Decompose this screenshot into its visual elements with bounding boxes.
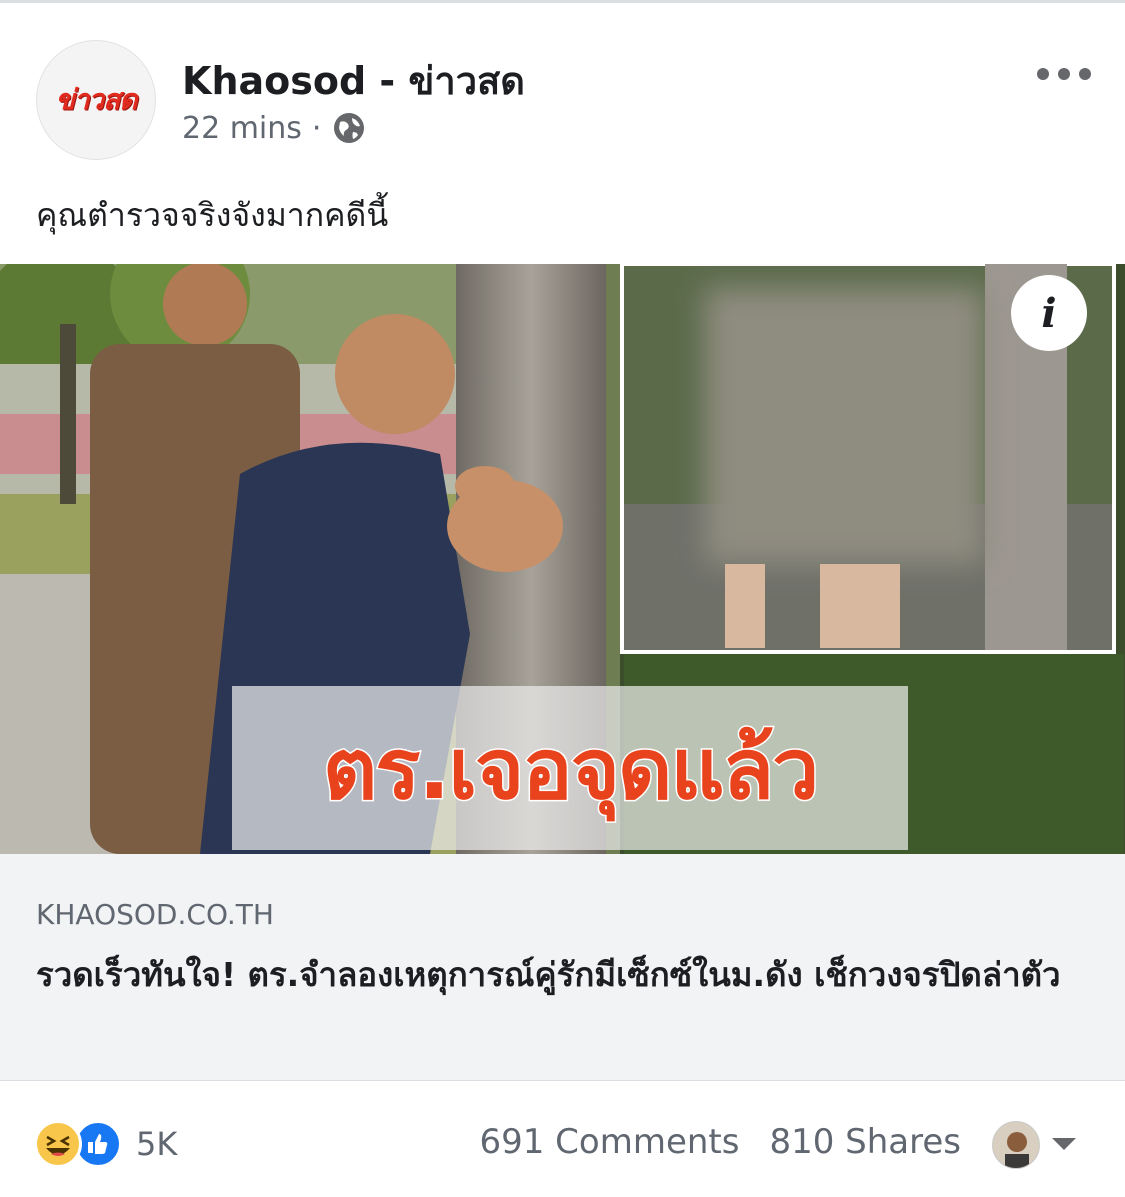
page-avatar[interactable]: ข่าวสด: [36, 40, 156, 160]
dot-2: [1058, 68, 1070, 80]
haha-icon: [34, 1120, 82, 1168]
link-preview[interactable]: KHAOSOD.CO.TH รวดเร็วทันใจ! ตร.จำลองเหตุ…: [0, 854, 1125, 1081]
dot-1: [1037, 68, 1049, 80]
overlay-headline-text: ตร.เจอจุดแล้ว: [321, 719, 821, 820]
top-divider: [0, 0, 1125, 3]
post-stats: 691 Comments 810 Shares: [479, 1122, 961, 1162]
more-options-icon[interactable]: [1037, 64, 1091, 84]
post-time[interactable]: 22 mins: [182, 111, 302, 146]
post-meta: 22 mins ·: [182, 108, 367, 148]
post-caption: คุณตำรวจจริงจังมากคดีนี้: [36, 196, 389, 234]
comments-count-link[interactable]: 691 Comments: [479, 1122, 739, 1162]
chevron-down-icon[interactable]: [1052, 1138, 1076, 1150]
reaction-count: 5K: [136, 1125, 178, 1163]
avatar-logo-text: ข่าวสด: [55, 83, 138, 116]
globe-icon: [331, 110, 367, 146]
dot-3: [1079, 68, 1091, 80]
viewer-avatar[interactable]: [992, 1121, 1040, 1169]
link-domain: KHAOSOD.CO.TH: [36, 898, 274, 931]
meta-separator: ·: [311, 110, 322, 146]
reaction-summary[interactable]: 5K: [34, 1120, 177, 1168]
page-name-link[interactable]: Khaosod - ข่าวสด: [182, 50, 525, 111]
shares-count-link[interactable]: 810 Shares: [769, 1122, 961, 1162]
link-title[interactable]: รวดเร็วทันใจ! ตร.จำลองเหตุการณ์คู่รักมีเ…: [36, 948, 1086, 1002]
image-overlay-headline: ตร.เจอจุดแล้ว: [232, 686, 908, 850]
info-icon[interactable]: i: [1011, 275, 1087, 351]
